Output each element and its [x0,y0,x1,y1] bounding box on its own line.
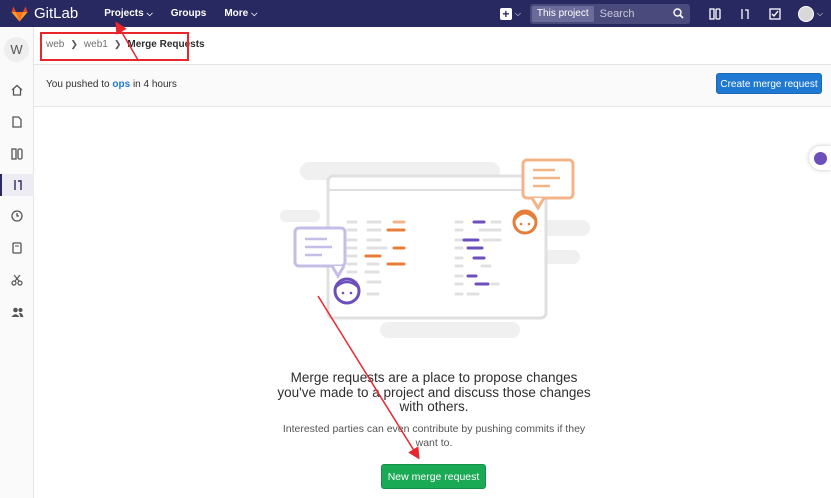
project-sidebar: W [0,27,34,498]
sidebar-item-issues[interactable] [0,143,34,165]
nav-groups[interactable]: Groups [171,8,207,19]
gitlab-fox-icon [11,6,28,21]
sidebar-item-project[interactable] [0,79,34,101]
branch-link[interactable]: ops [112,79,130,90]
sidebar-item-merge-requests[interactable] [0,174,34,196]
nav-more-label: More [224,8,249,19]
push-message-suffix: in 4 hours [132,79,177,90]
file-icon [12,116,22,128]
home-icon [11,84,23,96]
search-scope-badge[interactable]: This project [531,5,594,22]
top-navbar: GitLab Projects ⌵ Groups More ⌵ + ⌵ This p… [0,0,831,27]
user-avatar[interactable] [797,5,814,22]
create-merge-request-button[interactable]: Create merge request [716,73,822,94]
annotation-highlight-box [40,32,189,61]
todos-icon[interactable] [768,7,782,21]
members-icon [11,307,23,317]
sidebar-item-repository[interactable] [0,111,34,133]
nav-more[interactable]: More ⌵ [224,8,257,19]
merge-request-icon [14,180,22,190]
chevron-down-icon: ⌵ [146,8,153,18]
new-dropdown-button[interactable]: + ⌵ [499,7,521,20]
push-message-prefix: You pushed to [46,79,110,90]
empty-state-illustration [280,158,590,338]
helper-icon [813,151,827,165]
merge-requests-nav-icon[interactable] [738,7,752,21]
chevron-down-icon[interactable]: ⌵ [817,9,823,19]
plus-icon: + [499,7,512,20]
nav-groups-label: Groups [170,8,207,19]
sidebar-item-ci-cd[interactable] [0,205,34,227]
wiki-icon [12,242,22,254]
search-box[interactable]: This project Search [529,3,690,24]
push-message: You pushed to ops in 4 hours [46,79,177,90]
empty-state-title: Merge requests are a place to propose ch… [277,370,591,414]
new-merge-request-button[interactable]: New merge request [381,464,486,489]
sidebar-toggle-icon[interactable] [708,7,722,21]
ci-icon [11,210,23,222]
empty-state-description: Interested parties can even contribute b… [282,423,586,449]
search-input[interactable]: Search [600,8,673,20]
sidebar-item-snippets[interactable] [0,269,34,291]
floating-helper-button[interactable] [809,146,831,170]
recent-push-banner: You pushed to ops in 4 hours Create merg… [34,65,831,107]
issues-icon [11,148,23,160]
nav-projects[interactable]: Projects ⌵ [104,8,153,19]
project-avatar[interactable]: W [4,37,29,62]
logo-text: GitLab [34,5,79,22]
chevron-down-icon: ⌵ [514,8,521,18]
nav-projects-label: Projects [104,8,144,19]
gitlab-logo[interactable]: GitLab [11,5,78,22]
sidebar-item-wiki[interactable] [0,237,34,259]
search-icon [673,8,684,19]
snippets-icon [11,274,23,286]
sidebar-item-members[interactable] [0,301,34,323]
chevron-down-icon: ⌵ [251,8,258,18]
